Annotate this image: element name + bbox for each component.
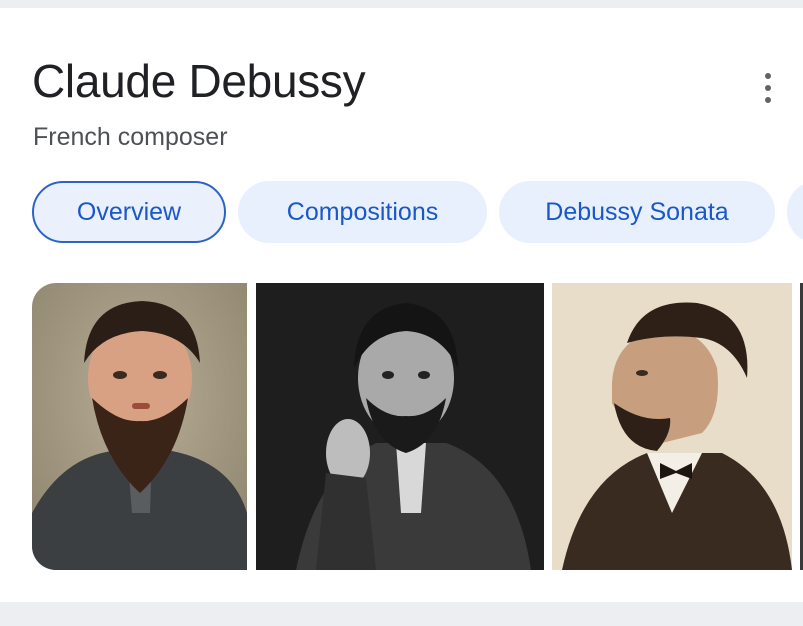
- portrait-photo-sepia: [552, 283, 792, 570]
- more-dot: [765, 73, 771, 79]
- more-dot: [765, 85, 771, 91]
- chip-next[interactable]: [787, 181, 803, 243]
- entity-subtitle: French composer: [33, 123, 228, 151]
- portrait-image-1[interactable]: [32, 283, 247, 570]
- portrait-photo-color: [32, 283, 247, 570]
- knowledge-panel: Claude Debussy French composer Overview …: [0, 8, 803, 602]
- chip-row: Overview Compositions Debussy Sonata: [0, 181, 803, 245]
- chip-compositions[interactable]: Compositions: [238, 181, 487, 243]
- chip-overview[interactable]: Overview: [32, 181, 226, 243]
- portrait-image-2[interactable]: [256, 283, 544, 570]
- entity-title: Claude Debussy: [32, 55, 366, 107]
- portrait-photo-bw: [256, 283, 544, 570]
- more-vert-icon[interactable]: [752, 68, 784, 108]
- chip-debussy-sonata[interactable]: Debussy Sonata: [499, 181, 775, 243]
- image-carousel: [0, 283, 803, 570]
- bottom-separator: [0, 602, 803, 626]
- portrait-image-3[interactable]: [552, 283, 792, 570]
- more-dot: [765, 97, 771, 103]
